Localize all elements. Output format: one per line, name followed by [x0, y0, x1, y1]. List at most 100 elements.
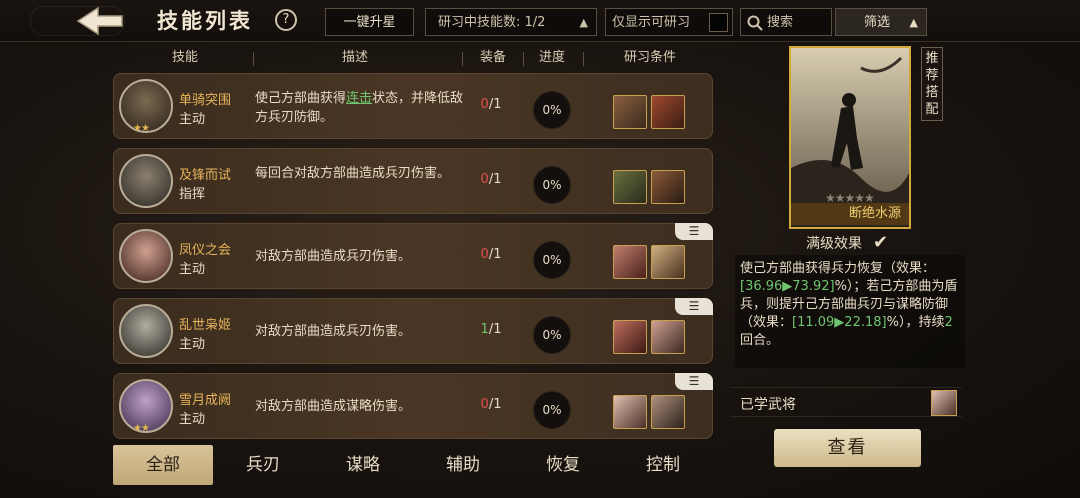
max-effect-description: 使己方部曲获得兵力恢复（效果：[36.96▶73.92]%）；若己方部曲为盾兵，… [735, 255, 965, 368]
triangle-up-icon: ▲ [909, 16, 918, 29]
skill-avatar [119, 154, 173, 208]
equip-current: 1 [480, 322, 489, 337]
learned-generals: 已学武将 [730, 387, 962, 417]
effect-value: [36.96▶73.92] [740, 279, 835, 294]
view-button[interactable]: 查看 [774, 429, 921, 467]
general-portrait[interactable] [613, 320, 647, 354]
tab-blade[interactable]: 兵刃 [213, 445, 313, 485]
search-placeholder: 搜索 [767, 15, 794, 30]
skill-stars: ★★ [133, 423, 150, 434]
skill-type: 主动 [179, 262, 206, 277]
skill-card[interactable]: ★★★★★ 断绝水源 [789, 46, 911, 229]
skill-row[interactable]: ★★ 单骑突围 主动 使己方部曲获得连击状态，并降低敌方兵刃防御。 0/1 0% [113, 73, 713, 139]
list-menu-icon[interactable]: ☰ [675, 223, 713, 240]
col-divider [583, 52, 584, 66]
only-studyable-label: 仅显示可研习 [612, 15, 691, 30]
triangle-up-icon: ▲ [579, 16, 588, 29]
tab-all[interactable]: 全部 [113, 445, 213, 485]
progress-circle: 0% [533, 91, 571, 129]
list-menu-icon[interactable]: ☰ [675, 298, 713, 315]
max-level-label: 满级效果 [806, 236, 862, 252]
equip-max: /1 [488, 172, 502, 187]
effect-value: 2 [944, 315, 953, 330]
studying-value: 1/2 [524, 15, 546, 30]
progress-circle: 0% [533, 316, 571, 354]
combo-link[interactable]: 连击 [346, 91, 372, 106]
col-condition: 研习条件 [623, 50, 676, 65]
recommend-button[interactable]: 推荐搭配 [921, 47, 943, 121]
general-portrait[interactable] [613, 95, 647, 129]
only-studyable-toggle[interactable]: 仅显示可研习 [605, 8, 733, 36]
filter-label: 筛选 [864, 15, 891, 30]
skill-type: 主动 [179, 412, 206, 427]
back-button[interactable] [76, 6, 124, 36]
skill-description: 对敌方部曲造成谋略伤害。 [255, 399, 412, 414]
studying-label: 研习中技能数: [438, 15, 521, 30]
equip-max: /1 [488, 247, 502, 262]
effect-text: 使己方部曲获得兵力恢复（效果： [740, 261, 936, 276]
effect-value: [11.09▶22.18] [792, 315, 887, 330]
card-name: 断绝水源 [791, 203, 909, 225]
equip-count: 0/1 [471, 172, 511, 187]
skill-list-screen: 技能列表 ? 一键升星 研习中技能数: 1/2 ▲ 仅显示可研习 搜索 筛选 ▲… [0, 0, 1080, 498]
progress-circle: 0% [533, 391, 571, 429]
top-bar: 技能列表 ? 一键升星 研习中技能数: 1/2 ▲ 仅显示可研习 搜索 筛选 ▲ [0, 0, 1080, 42]
search-input[interactable]: 搜索 [740, 8, 832, 36]
studying-count-dropdown[interactable]: 研习中技能数: 1/2 ▲ [425, 8, 597, 36]
tab-control[interactable]: 控制 [613, 445, 713, 485]
tab-recovery[interactable]: 恢复 [513, 445, 613, 485]
skill-name: 乱世枭姬 [179, 318, 232, 333]
skill-name: 凤仪之会 [179, 243, 232, 258]
tab-support[interactable]: 辅助 [413, 445, 513, 485]
desc-text: 使己方部曲获得 [255, 91, 347, 106]
equip-current: 0 [480, 97, 489, 112]
page-title: 技能列表 [157, 9, 253, 33]
general-portrait[interactable] [613, 245, 647, 279]
one-key-upgrade-button[interactable]: 一键升星 [325, 8, 414, 36]
skill-name: 单骑突围 [179, 93, 232, 108]
skill-type: 指挥 [179, 187, 206, 202]
help-icon[interactable]: ? [275, 9, 297, 31]
equip-count: 0/1 [471, 247, 511, 262]
general-portrait[interactable] [613, 170, 647, 204]
filter-button[interactable]: 筛选 ▲ [835, 8, 927, 36]
col-progress: 进度 [538, 50, 565, 65]
general-portrait[interactable] [651, 95, 685, 129]
equip-max: /1 [488, 97, 502, 112]
general-portrait[interactable] [931, 390, 957, 416]
general-portrait[interactable] [651, 245, 685, 279]
skill-description: 每回合对敌方部曲造成兵刃伤害。 [255, 166, 451, 181]
list-menu-icon[interactable]: ☰ [675, 373, 713, 390]
skill-avatar [119, 304, 173, 358]
skill-row[interactable]: 及锋而试 指挥 每回合对敌方部曲造成兵刃伤害。 0/1 0% [113, 148, 713, 214]
general-portrait[interactable] [651, 320, 685, 354]
general-portrait[interactable] [613, 395, 647, 429]
back-arrow-icon [76, 6, 123, 36]
search-icon [747, 15, 763, 31]
skill-description: 对敌方部曲造成兵刃伤害。 [255, 324, 412, 339]
skill-type: 主动 [179, 112, 206, 127]
col-skill: 技能 [171, 50, 198, 65]
only-studyable-checkbox[interactable] [709, 13, 728, 32]
col-divider [253, 52, 254, 66]
skill-row[interactable]: ☰ 凤仪之会 主动 对敌方部曲造成兵刃伤害。 0/1 0% [113, 223, 713, 289]
skill-name: 雪月成阙 [179, 393, 232, 408]
col-divider [462, 52, 463, 66]
equip-count: 0/1 [471, 397, 511, 412]
skill-row[interactable]: ☰ ★★ 雪月成阙 主动 对敌方部曲造成谋略伤害。 0/1 0% [113, 373, 713, 439]
equip-current: 0 [480, 247, 489, 262]
skill-stars: ★★ [133, 123, 150, 134]
equip-max: /1 [488, 322, 502, 337]
col-desc: 描述 [341, 50, 368, 65]
skill-row[interactable]: ☰ 乱世枭姬 主动 对敌方部曲造成兵刃伤害。 1/1 0% [113, 298, 713, 364]
checkmark-icon[interactable]: ✔ [873, 232, 888, 253]
equip-count: 0/1 [471, 97, 511, 112]
general-portrait[interactable] [651, 170, 685, 204]
general-portrait[interactable] [651, 395, 685, 429]
tab-strategy[interactable]: 谋略 [313, 445, 413, 485]
skill-avatar [119, 229, 173, 283]
skill-name: 及锋而试 [179, 168, 232, 183]
skill-description: 使己方部曲获得连击状态，并降低敌方兵刃防御。 [255, 89, 475, 127]
col-divider [523, 52, 524, 66]
equip-current: 0 [480, 397, 489, 412]
